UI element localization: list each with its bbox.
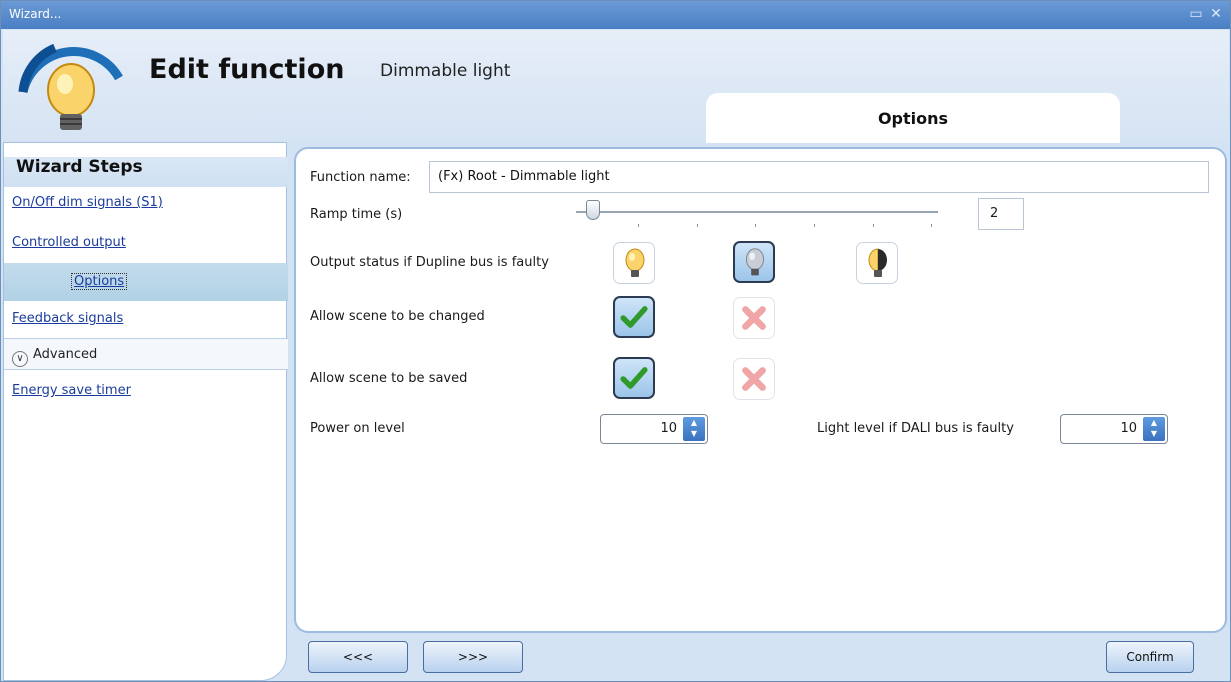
chevron-down-icon: ∨ [12, 351, 28, 367]
step-label: Advanced [33, 347, 98, 362]
slider-tick [814, 224, 815, 227]
spinner-arrows-icon[interactable]: ▲ ▼ [683, 417, 705, 441]
step-group-advanced[interactable]: ∨ Advanced [4, 338, 288, 370]
check-icon [620, 306, 648, 328]
step-options[interactable]: Options [4, 263, 288, 301]
output-keep-button[interactable] [856, 242, 898, 284]
step-label: On/Off dim signals (S1) [12, 195, 163, 210]
tab-options-label: Options [877, 109, 949, 128]
next-button[interactable]: >>> [423, 641, 523, 673]
step-controlled-output[interactable]: Controlled output [4, 227, 288, 259]
step-energy-save-timer[interactable]: Energy save timer [4, 375, 288, 407]
dimmable-light-icon [18, 43, 123, 130]
confirm-button[interactable]: Confirm [1106, 641, 1194, 673]
options-panel: Function name: (Fx) Root - Dimmable ligh… [294, 147, 1227, 633]
bulb-half-icon [868, 248, 887, 277]
output-off-button[interactable] [733, 241, 775, 283]
wizard-window: Wizard... ▭ ✕ Edit function Dimmable lig… [0, 0, 1231, 682]
tab-options[interactable]: Options [706, 93, 1120, 143]
spinner-arrows-icon[interactable]: ▲ ▼ [1143, 417, 1165, 441]
allow-change-no-button[interactable] [733, 297, 775, 339]
slider-tick [755, 224, 756, 227]
allow-change-label: Allow scene to be changed [310, 309, 485, 324]
output-on-button[interactable] [613, 242, 655, 284]
check-icon [620, 367, 648, 389]
ramp-time-slider-track[interactable] [576, 211, 938, 213]
ramp-time-value[interactable]: 2 [978, 198, 1024, 230]
bulb-off-icon [745, 248, 765, 276]
step-on-off-dim-signals[interactable]: On/Off dim signals (S1) [4, 187, 288, 219]
ramp-time-label: Ramp time (s) [310, 207, 403, 222]
restore-icon[interactable]: ▭ [1187, 5, 1205, 23]
slider-tick [873, 224, 874, 227]
power-on-level-label: Power on level [310, 421, 405, 436]
ramp-time-slider-thumb[interactable] [586, 200, 600, 220]
output-status-label: Output status if Dupline bus is faulty [310, 255, 549, 270]
slider-tick [638, 224, 639, 227]
previous-button[interactable]: <<< [308, 641, 408, 673]
dali-faulty-label: Light level if DALI bus is faulty [817, 421, 1014, 436]
cross-icon [742, 306, 766, 330]
window-title: Wizard... [9, 7, 62, 21]
function-name-input[interactable]: (Fx) Root - Dimmable light [429, 161, 1209, 193]
wizard-steps-panel: Wizard Steps On/Off dim signals (S1) Con… [3, 142, 288, 681]
allow-change-yes-button[interactable] [613, 296, 655, 338]
step-feedback-signals[interactable]: Feedback signals [4, 303, 288, 335]
dali-faulty-level-value: 10 [1120, 421, 1137, 436]
function-type-label: Dimmable light [380, 61, 511, 81]
power-on-level-spinner[interactable]: 10 ▲ ▼ [600, 414, 708, 444]
allow-save-no-button[interactable] [733, 358, 775, 400]
dali-faulty-level-spinner[interactable]: 10 ▲ ▼ [1060, 414, 1168, 444]
page-title: Edit function [149, 54, 345, 85]
step-label: Options [71, 273, 128, 290]
function-name-label: Function name: [310, 170, 411, 185]
bulb-on-icon [625, 248, 645, 277]
step-label: Feedback signals [12, 311, 124, 326]
cross-icon [742, 367, 766, 391]
step-label: Controlled output [12, 235, 126, 250]
step-label: Energy save timer [12, 383, 131, 398]
title-bar: Wizard... ▭ ✕ [1, 1, 1230, 29]
allow-save-yes-button[interactable] [613, 357, 655, 399]
slider-tick [697, 224, 698, 227]
allow-save-label: Allow scene to be saved [310, 371, 468, 386]
slider-tick [931, 224, 932, 227]
header: Edit function Dimmable light Options [3, 30, 1229, 143]
power-on-level-value: 10 [660, 421, 677, 436]
close-icon[interactable]: ✕ [1207, 5, 1225, 23]
wizard-steps-heading: Wizard Steps [4, 157, 288, 187]
